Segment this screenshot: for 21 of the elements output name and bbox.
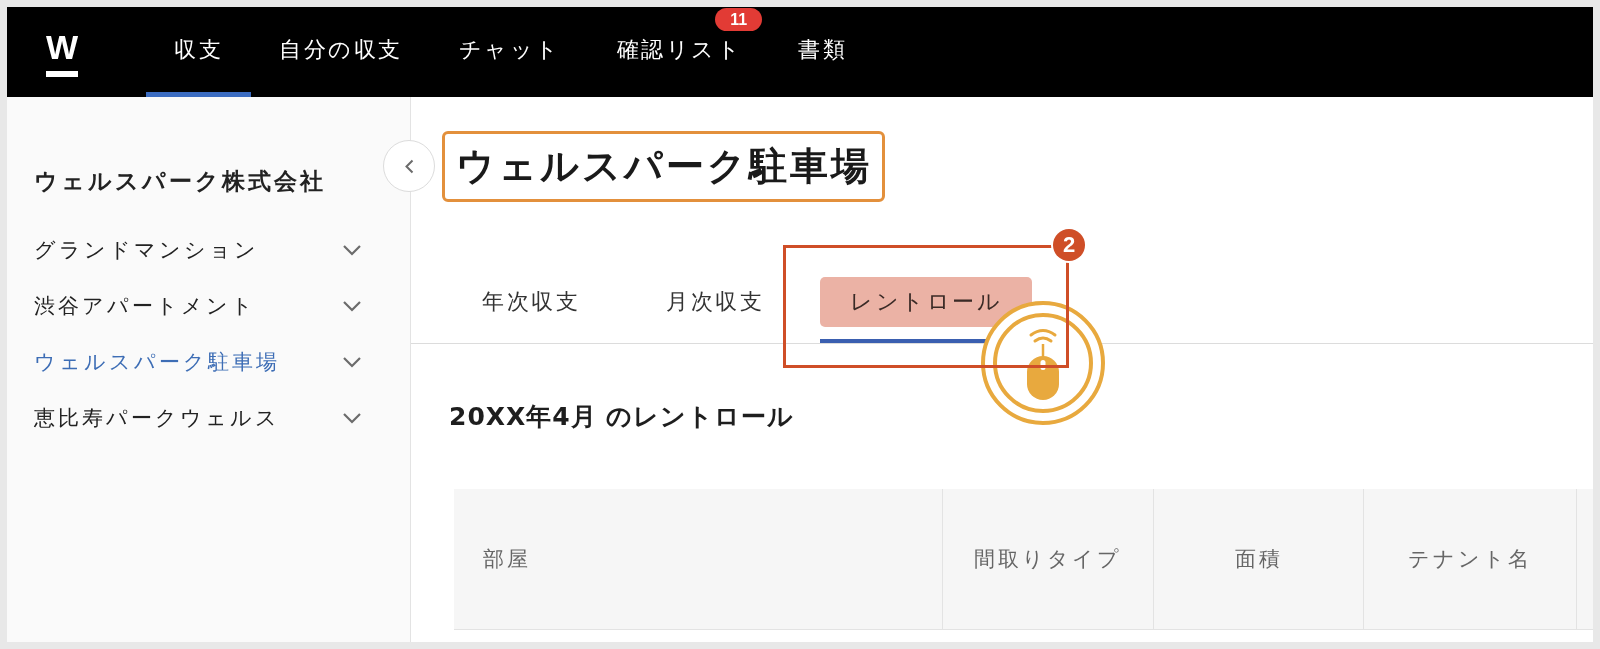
column-header: テナント名	[1364, 489, 1577, 629]
nav-tab[interactable]: チャット	[430, 7, 589, 97]
column-header: 部屋	[454, 489, 943, 629]
tab[interactable]: 年次収支	[452, 275, 610, 343]
logo[interactable]: W	[46, 27, 79, 77]
chevron-left-icon	[404, 158, 414, 174]
sidebar-item[interactable]: 渋谷アパートメント	[34, 278, 362, 334]
column-header: 面積	[1154, 489, 1364, 629]
column-header: 間取りタイプ	[943, 489, 1154, 629]
count-badge: 11	[715, 8, 763, 31]
section-title: 20XX年4月 のレントロール	[449, 401, 795, 433]
sidebar-item[interactable]: 恵比寿パークウェルス	[34, 390, 362, 446]
sidebar-item[interactable]: ウェルスパーク駐車場	[34, 334, 362, 390]
sidebar-item[interactable]: グランドマンション	[34, 222, 362, 278]
nav-tab[interactable]: 書類	[770, 7, 876, 97]
page-title: ウェルスパーク駐車場	[456, 143, 872, 190]
company-name: ウェルスパーク株式会社	[34, 167, 327, 195]
nav-tab[interactable]: 自分の収支	[251, 7, 431, 97]
tab[interactable]: 月次収支	[636, 275, 794, 343]
step-badge: 2	[1053, 229, 1085, 261]
nav-tab[interactable]: 確認リスト 11	[588, 7, 771, 97]
